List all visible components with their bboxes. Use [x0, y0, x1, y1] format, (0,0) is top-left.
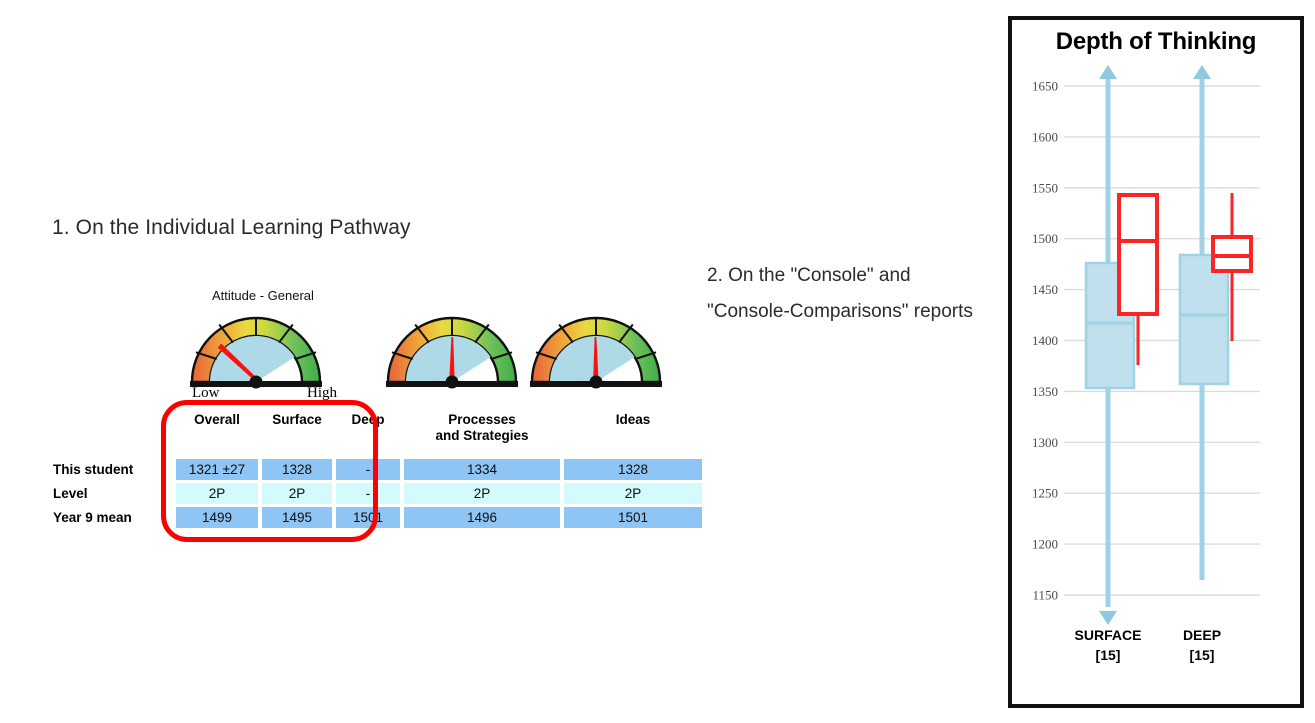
column-header-surface: Surface	[272, 412, 322, 427]
column-header-processes-line1: Processes	[448, 412, 516, 427]
gauge-attitude-general	[188, 310, 324, 392]
column-header-processes-line2: and Strategies	[435, 428, 529, 443]
gauge-third	[528, 310, 664, 392]
ytick-1250: 1250	[1032, 486, 1058, 501]
ytick-1400: 1400	[1032, 333, 1058, 348]
boxplot-group-deep	[1178, 65, 1253, 580]
ytick-1450: 1450	[1032, 282, 1058, 297]
gauge-dial-2	[386, 316, 518, 389]
cell-level-deep: -	[336, 483, 400, 504]
box-plot-chart: 1650 1600 1550 1500 1450 1400 1350 1300 …	[1032, 65, 1260, 663]
ytick-1150: 1150	[1032, 588, 1058, 603]
chart-y-axis-labels: 1650 1600 1550 1500 1450 1400 1350 1300 …	[1032, 79, 1058, 603]
column-header-deep: Deep	[351, 412, 385, 427]
surface-student-box	[1117, 193, 1159, 316]
depth-of-thinking-chart-panel: Depth of Thinking 1650 1600 1550 1500 14…	[1008, 16, 1304, 708]
cell-year9-surface: 1495	[262, 507, 332, 528]
table-body: This student 1321 ±27 1328 - 1334 1328 L…	[52, 459, 702, 528]
row-label-year-9-mean: Year 9 mean	[53, 510, 132, 525]
boxplot-group-surface	[1084, 65, 1159, 625]
chart-x-axis-labels: SURFACE [15] DEEP [15]	[1075, 627, 1222, 663]
gauge-low-label: Low	[192, 385, 220, 401]
table-row: This student 1321 ±27 1328 - 1334 1328	[52, 459, 702, 480]
cell-year9-overall: 1499	[176, 507, 258, 528]
xtick-surface-name: SURFACE	[1075, 627, 1142, 643]
scores-table: Overall Surface Deep Processes and Strat…	[48, 407, 706, 531]
table-header: Overall Surface Deep Processes and Strat…	[52, 410, 702, 456]
ytick-1650: 1650	[1032, 79, 1058, 94]
gauge-hub-3	[589, 375, 603, 389]
xtick-surface-count: [15]	[1096, 647, 1121, 663]
table-row: Year 9 mean 1499 1495 1501 1496 1501	[52, 507, 702, 528]
gauge-title-attitude-general: Attitude - General	[212, 288, 314, 303]
gauge-hub-1	[249, 375, 263, 389]
deep-group-box	[1178, 253, 1230, 386]
point-1-heading: 1. On the Individual Learning Pathway	[52, 216, 411, 239]
cell-level-surface: 2P	[262, 483, 332, 504]
ytick-1550: 1550	[1032, 180, 1058, 195]
cell-level-overall: 2P	[176, 483, 258, 504]
table-row: Level 2P 2P - 2P 2P	[52, 483, 702, 504]
cell-year9-ideas: 1501	[564, 507, 702, 528]
column-header-overall: Overall	[194, 412, 240, 427]
column-header-ideas: Ideas	[615, 412, 651, 427]
gauge-high-label: High	[307, 385, 337, 401]
surface-group-top-triangle-icon	[1099, 65, 1117, 79]
gauge-dial-1	[190, 316, 322, 389]
gauge-group: Attitude - General Low High	[180, 288, 680, 401]
xtick-deep-name: DEEP	[1183, 627, 1221, 643]
column-header-processes-and-strategies: Processes and Strategies	[404, 410, 560, 456]
cell-level-processes: 2P	[404, 483, 560, 504]
ytick-1600: 1600	[1032, 129, 1058, 144]
cell-year9-deep: 1501	[336, 507, 400, 528]
cell-year9-processes: 1496	[404, 507, 560, 528]
table-corner-cell	[52, 410, 172, 456]
ytick-1200: 1200	[1032, 537, 1058, 552]
ytick-1300: 1300	[1032, 435, 1058, 450]
cell-level-ideas: 2P	[564, 483, 702, 504]
xtick-deep-count: [15]	[1190, 647, 1215, 663]
cell-this-student-deep: -	[336, 459, 400, 480]
gauge-hub-2	[445, 375, 459, 389]
row-label-level: Level	[53, 486, 88, 501]
row-label-this-student: This student	[53, 462, 134, 477]
surface-group-bottom-triangle-icon	[1099, 611, 1117, 625]
cell-this-student-ideas: 1328	[564, 459, 702, 480]
ytick-1500: 1500	[1032, 231, 1058, 246]
gauge-second	[384, 310, 520, 392]
ytick-1350: 1350	[1032, 384, 1058, 399]
deep-group-top-triangle-icon	[1193, 65, 1211, 79]
point-2-heading: 2. On the "Console" and "Console-Compari…	[707, 265, 973, 322]
cell-this-student-overall: 1321 ±27	[176, 459, 258, 480]
cell-this-student-surface: 1328	[262, 459, 332, 480]
table-header-row: Overall Surface Deep Processes and Strat…	[52, 410, 702, 456]
cell-this-student-processes: 1334	[404, 459, 560, 480]
gauge-dial-3	[530, 316, 662, 389]
